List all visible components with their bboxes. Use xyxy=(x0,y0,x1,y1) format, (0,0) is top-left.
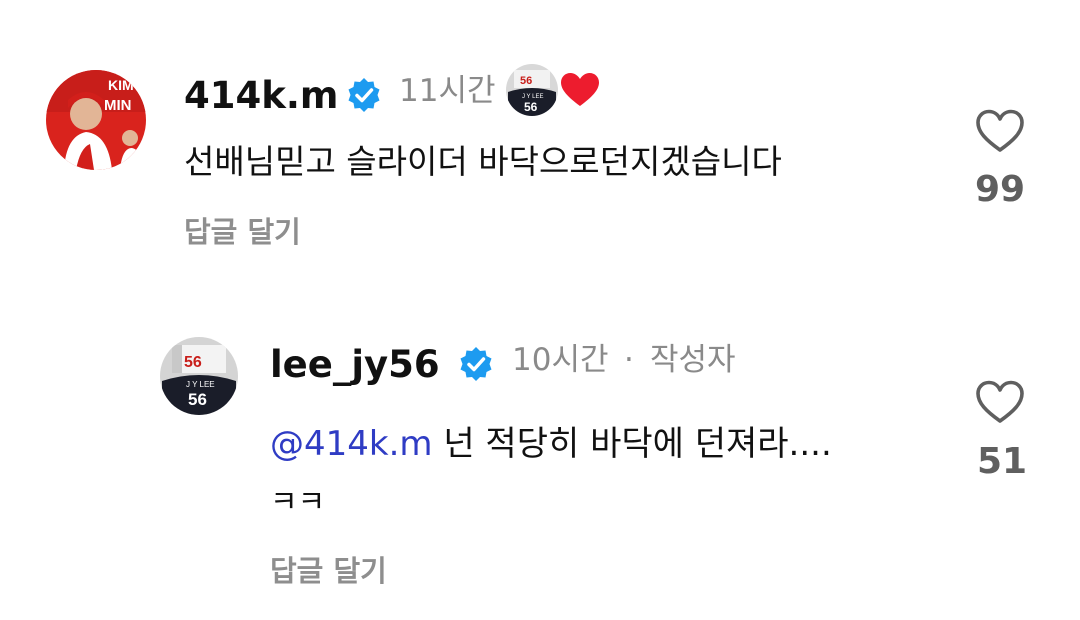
comment-like-count: 99 xyxy=(974,169,1026,210)
reaction-avatar: 56 J Y LEE 56 xyxy=(506,64,558,116)
reply-like-count: 51 xyxy=(976,441,1028,482)
verified-badge-icon xyxy=(348,78,380,112)
avatar-lee-jy56[interactable]: 56 J Y LEE 56 xyxy=(160,337,238,415)
avatar-jersey-number: 56 xyxy=(188,390,207,409)
comment-username[interactable]: 414k.m xyxy=(184,77,338,114)
mention-link[interactable]: @414k.m xyxy=(270,424,433,464)
reply-text: 넌 적당히 바닥에 던져라.... xyxy=(443,424,832,464)
svg-text:56: 56 xyxy=(520,75,532,87)
reply-button[interactable]: 답글 달기 xyxy=(270,557,387,586)
avatar-414k-m[interactable]: KIM MIN xyxy=(46,70,146,170)
avatar-image: KIM MIN xyxy=(46,70,146,170)
separator-dot: · xyxy=(624,342,634,378)
avatar-image: 56 J Y LEE 56 xyxy=(160,337,238,415)
svg-text:56: 56 xyxy=(184,354,202,371)
reply-button[interactable]: 답글 달기 xyxy=(184,218,301,247)
svg-text:MIN: MIN xyxy=(104,97,132,114)
avatar-text: KIM xyxy=(108,77,134,93)
author-tag: 작성자 xyxy=(650,342,736,378)
avatar-jersey-name: J Y LEE xyxy=(186,380,215,389)
verified-badge-icon xyxy=(460,347,492,381)
reaction-jersey-number: 56 xyxy=(524,100,538,114)
reply-text-line1: @414k.m 넌 적당히 바닥에 던져라.... xyxy=(270,427,832,461)
reaction-heart-icon xyxy=(561,73,599,106)
comment-text: 선배님믿고 슬라이더 바닥으로던지겠습니다 xyxy=(184,142,782,181)
comment-time: 11시간 xyxy=(399,73,496,109)
reply-time: 10시간 xyxy=(512,342,609,378)
reply-text-line2: ㅋㅋ xyxy=(270,485,326,520)
reply-username[interactable]: lee_jy56 xyxy=(270,346,440,383)
like-heart-icon[interactable] xyxy=(975,108,1025,154)
like-heart-icon[interactable] xyxy=(975,379,1025,425)
